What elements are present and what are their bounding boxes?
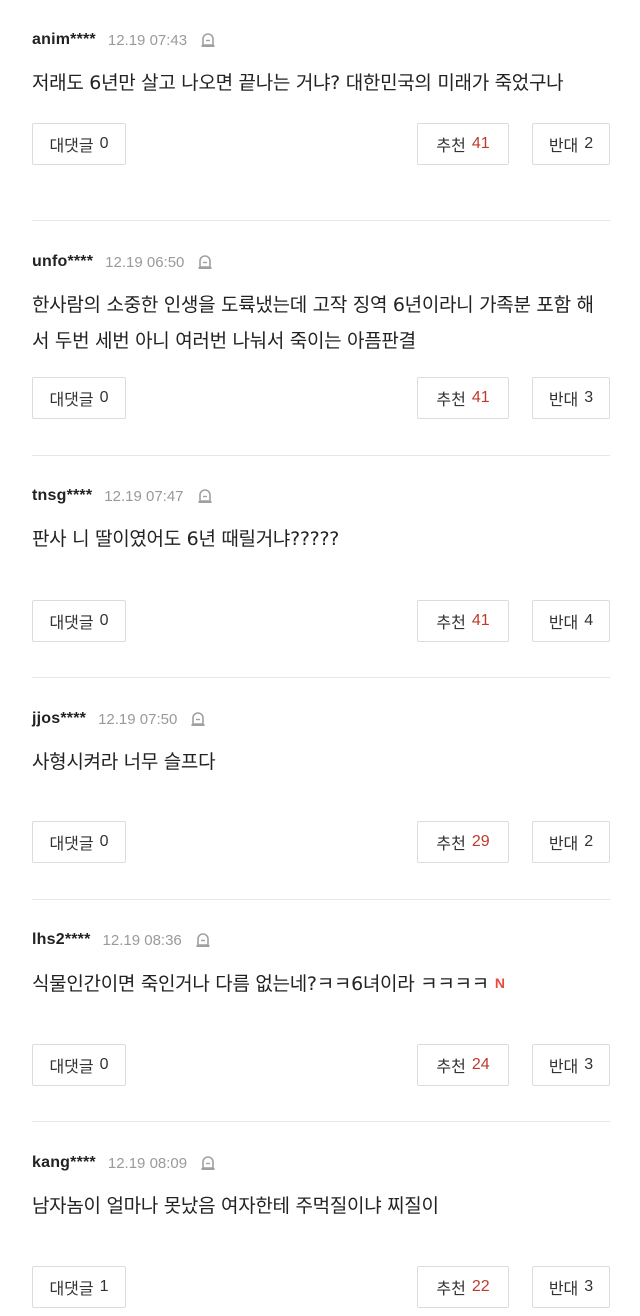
comment-text: 저래도 6년만 살고 나오면 끝나는 거냐? 대한민국의 미래가 죽었구나 — [32, 72, 564, 94]
comment-author[interactable]: tnsg**** — [32, 487, 92, 505]
reply-button[interactable]: 대댓글 0 — [32, 1044, 126, 1086]
like-label: 추천 — [436, 834, 466, 853]
like-count: 22 — [471, 1278, 490, 1295]
dislike-label: 반대 — [548, 390, 579, 409]
dislike-label: 반대 — [548, 1057, 579, 1076]
comment-text-content: 식물인간이면 죽인거나 다름 없는네?ㅋㅋ6녀이라 ㅋㅋㅋㅋ — [32, 973, 489, 995]
comment-date: 12.19 08:09 — [107, 1154, 188, 1172]
comment-date: 12.19 08:36 — [102, 931, 182, 949]
comment-list: anim**** 12.19 07:43 저래도 6년만 살고 나오면 끝나는 … — [0, 0, 640, 1314]
comment-item: jjos**** 12.19 07:50 사형시켜라 너무 슬프다 대댓글 0 추… — [32, 678, 610, 900]
like-button[interactable]: 추천 29 — [417, 821, 509, 863]
comment-text: 남자놈이 얼마나 못났음 여자한테 주먹질이냐 찌질이 — [32, 1195, 439, 1217]
report-bell-icon[interactable] — [199, 31, 217, 49]
comment-item: anim**** 12.19 07:43 저래도 6년만 살고 나오면 끝나는 … — [32, 0, 610, 221]
comment-item: tnsg**** 12.19 07:47 판사 니 딸이였어도 6년 때릴거냐?… — [32, 456, 610, 678]
comment-actions: 대댓글 0 추천 29 반대 2 — [32, 821, 610, 863]
reply-count: 0 — [99, 833, 109, 850]
comment-meta: lhs2**** 12.19 08:36 — [32, 929, 610, 951]
comment-actions: 대댓글 0 추천 41 반대 3 — [32, 377, 610, 419]
dislike-count: 3 — [584, 389, 594, 406]
comment-meta: unfo**** 12.19 06:50 — [32, 251, 610, 273]
report-bell-icon[interactable] — [199, 1154, 217, 1172]
dislike-label: 반대 — [548, 613, 579, 632]
like-label: 추천 — [436, 1057, 466, 1076]
like-count: 41 — [471, 135, 490, 152]
like-label: 추천 — [436, 613, 466, 632]
like-label: 추천 — [436, 390, 466, 409]
comment-text: 판사 니 딸이였어도 6년 때릴거냐????? — [32, 528, 340, 550]
comment-author[interactable]: jjos**** — [32, 710, 86, 728]
comment-actions: 대댓글 0 추천 41 반대 4 — [32, 600, 610, 642]
report-bell-icon[interactable] — [196, 253, 214, 271]
report-bell-icon[interactable] — [196, 487, 214, 505]
like-button[interactable]: 추천 41 — [417, 123, 509, 165]
reply-button[interactable]: 대댓글 0 — [32, 821, 126, 863]
report-bell-icon[interactable] — [194, 931, 212, 949]
dislike-button[interactable]: 반대 4 — [532, 600, 610, 642]
comment-text: 사형시켜라 너무 슬프다 — [32, 751, 216, 773]
reply-button[interactable]: 대댓글 0 — [32, 123, 126, 165]
like-count: 24 — [471, 1056, 490, 1073]
reply-label: 대댓글 — [49, 136, 94, 155]
like-button[interactable]: 추천 22 — [417, 1266, 509, 1308]
dislike-count: 2 — [584, 833, 594, 850]
comment-meta: anim**** 12.19 07:43 — [32, 29, 610, 51]
reply-label: 대댓글 — [49, 1279, 94, 1298]
reply-label: 대댓글 — [49, 1057, 94, 1076]
comment-text: 한사람의 소중한 인생을 도륙냈는데 고작 징역 6년이라니 가족분 포함 해서… — [32, 294, 594, 352]
dislike-button[interactable]: 반대 3 — [532, 377, 610, 419]
comment-date: 12.19 06:50 — [105, 253, 185, 271]
reply-count: 0 — [99, 135, 109, 152]
comment-text: 식물인간이면 죽인거나 다름 없는네?ㅋㅋ6녀이라 ㅋㅋㅋㅋ N — [32, 965, 610, 1002]
dislike-count: 3 — [584, 1056, 594, 1073]
comment-item: lhs2**** 12.19 08:36 식물인간이면 죽인거나 다름 없는네?… — [32, 900, 610, 1122]
dislike-label: 반대 — [548, 1279, 579, 1298]
reply-button[interactable]: 대댓글 1 — [32, 1266, 126, 1308]
report-bell-icon[interactable] — [189, 710, 207, 728]
dislike-button[interactable]: 반대 3 — [532, 1044, 610, 1086]
dislike-label: 반대 — [548, 136, 579, 155]
dislike-button[interactable]: 반대 3 — [532, 1266, 610, 1308]
like-count: 41 — [471, 389, 490, 406]
dislike-count: 3 — [584, 1278, 594, 1295]
reply-label: 대댓글 — [49, 834, 94, 853]
like-label: 추천 — [436, 1279, 466, 1298]
like-button[interactable]: 추천 41 — [417, 600, 509, 642]
reply-count: 0 — [99, 612, 109, 629]
like-label: 추천 — [436, 136, 466, 155]
comment-item: unfo**** 12.19 06:50 한사람의 소중한 인생을 도륙냈는데 … — [32, 221, 610, 456]
reply-count: 0 — [99, 389, 109, 406]
comment-author[interactable]: unfo**** — [32, 253, 93, 271]
like-count: 41 — [471, 612, 490, 629]
dislike-count: 4 — [584, 612, 594, 629]
like-button[interactable]: 추천 41 — [417, 377, 509, 419]
comment-meta: tnsg**** 12.19 07:47 — [32, 485, 610, 507]
comment-author[interactable]: anim**** — [32, 31, 96, 49]
comment-actions: 대댓글 0 추천 41 반대 2 — [32, 123, 610, 165]
reply-count: 1 — [99, 1278, 109, 1295]
like-count: 29 — [471, 833, 490, 850]
reply-button[interactable]: 대댓글 0 — [32, 377, 126, 419]
like-button[interactable]: 추천 24 — [417, 1044, 509, 1086]
comment-date: 12.19 07:43 — [107, 31, 188, 49]
dislike-button[interactable]: 반대 2 — [532, 123, 610, 165]
comment-actions: 대댓글 0 추천 24 반대 3 — [32, 1044, 610, 1086]
comment-item: kang**** 12.19 08:09 남자놈이 얼마나 못났음 여자한테 주… — [32, 1122, 610, 1314]
comment-date: 12.19 07:47 — [104, 487, 184, 505]
reply-label: 대댓글 — [49, 613, 94, 632]
comment-author[interactable]: kang**** — [32, 1154, 96, 1172]
reply-count: 0 — [99, 1056, 109, 1073]
comment-meta: kang**** 12.19 08:09 — [32, 1152, 610, 1174]
reply-label: 대댓글 — [49, 390, 94, 409]
dislike-button[interactable]: 반대 2 — [532, 821, 610, 863]
dislike-label: 반대 — [548, 834, 579, 853]
comment-meta: jjos**** 12.19 07:50 — [32, 708, 610, 730]
comment-date: 12.19 07:50 — [98, 710, 178, 728]
new-badge: N — [494, 975, 505, 991]
dislike-count: 2 — [584, 135, 594, 152]
comment-author[interactable]: lhs2**** — [32, 931, 91, 949]
comment-actions: 대댓글 1 추천 22 반대 3 — [32, 1266, 610, 1308]
reply-button[interactable]: 대댓글 0 — [32, 600, 126, 642]
